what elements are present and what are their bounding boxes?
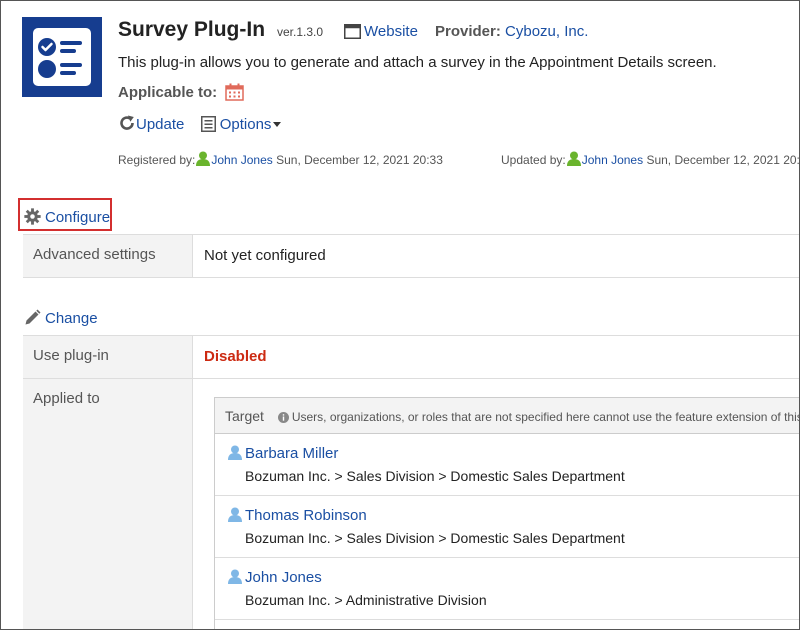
refresh-icon: [120, 115, 134, 130]
website-link-label[interactable]: Website: [364, 23, 418, 40]
updated-user-link[interactable]: John Jones: [582, 153, 643, 167]
target-note: Users, organizations, or roles that are …: [277, 410, 800, 424]
change-label[interactable]: Change: [45, 310, 98, 327]
applied-to-label: Applied to: [23, 379, 193, 629]
plugin-description: This plug-in allows you to generate and …: [118, 54, 717, 71]
target-user-link[interactable]: Barbara Miller: [245, 445, 338, 462]
target-note-text: Users, organizations, or roles that are …: [291, 410, 800, 424]
target-user-link[interactable]: Thomas Robinson: [245, 507, 367, 524]
provider: Provider: Cybozu, Inc.: [435, 23, 588, 40]
info-icon: [277, 412, 289, 423]
user-icon: [228, 569, 242, 584]
target-org-path: Bozuman Inc. > Sales Division > Domestic…: [245, 468, 625, 484]
advanced-settings-value: Not yet configured: [204, 247, 326, 264]
gear-icon: [24, 208, 41, 225]
plugin-version: ver.1.3.0: [277, 25, 324, 39]
updated-label: Updated by:: [501, 153, 566, 167]
survey-plugin-icon: [22, 17, 102, 97]
configure-link[interactable]: Configure: [18, 198, 112, 231]
chevron-down-icon: [273, 122, 282, 127]
registered-info: Registered by: John Jones Sun, December 1…: [118, 151, 443, 167]
target-column-label: Target: [225, 408, 264, 424]
configure-label[interactable]: Configure: [45, 209, 110, 226]
user-green-icon: [566, 151, 581, 166]
use-plugin-label: Use plug-in: [23, 336, 193, 379]
website-link[interactable]: Website: [344, 23, 418, 40]
update-label[interactable]: Update: [136, 116, 184, 133]
options-label[interactable]: Options: [220, 116, 272, 133]
registered-date: Sun, December 12, 2021 20:33: [276, 153, 443, 167]
provider-label: Provider:: [435, 23, 501, 40]
target-user-link[interactable]: John Jones: [245, 569, 322, 586]
target-row: Barbara Miller Bozuman Inc. > Sales Divi…: [215, 434, 799, 496]
target-org-path: Bozuman Inc. > Sales Division > Domestic…: [245, 530, 625, 546]
advanced-settings-label: Advanced settings: [23, 235, 193, 277]
applicable-label: Applicable to:: [118, 84, 218, 101]
change-link[interactable]: Change: [24, 309, 98, 327]
targets-table: Target Users, organizations, or roles th…: [214, 397, 800, 629]
updated-date: Sun, December 12, 2021 20:33: [646, 153, 800, 167]
plugin-details-page: Survey Plug-In ver.1.3.0 Website Provide…: [0, 0, 800, 630]
plugin-title: Survey Plug-In: [118, 18, 266, 41]
plugin-actions: Update Options: [118, 114, 293, 133]
list-icon: [200, 116, 216, 132]
advanced-settings-row: Advanced settings Not yet configured: [23, 234, 799, 278]
user-icon: [228, 445, 242, 460]
registered-user-link[interactable]: John Jones: [211, 153, 272, 167]
target-row: John Jones Bozuman Inc. > Administrative…: [215, 558, 799, 620]
applicable-to: Applicable to:: [118, 83, 245, 101]
provider-link[interactable]: Cybozu, Inc.: [505, 23, 588, 40]
options-menu-button[interactable]: Options: [200, 116, 282, 133]
use-plugin-row: Use plug-in Disabled: [23, 335, 799, 379]
calendar-icon: [225, 83, 245, 101]
user-icon: [228, 507, 242, 522]
registered-label: Registered by:: [118, 153, 196, 167]
updated-info: Updated by: John Jones Sun, December 12, …: [501, 151, 800, 167]
user-green-icon: [196, 151, 211, 166]
pencil-icon: [25, 309, 41, 325]
browser-window-icon: [344, 24, 361, 39]
targets-header: Target Users, organizations, or roles th…: [215, 398, 800, 434]
update-button[interactable]: Update: [118, 114, 184, 133]
target-org-path: Bozuman Inc. > Administrative Division: [245, 592, 487, 608]
use-plugin-status: Disabled: [204, 348, 267, 365]
target-row: Thomas Robinson Bozuman Inc. > Sales Div…: [215, 496, 799, 558]
